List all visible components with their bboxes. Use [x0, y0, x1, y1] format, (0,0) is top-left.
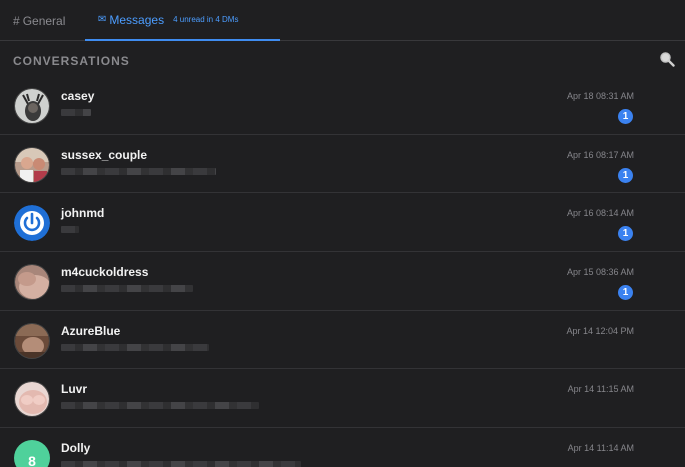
unread-badge: 1: [618, 285, 633, 301]
conversation-name: m4cuckoldress: [61, 265, 149, 280]
avatar: [14, 264, 50, 301]
avatar: [14, 88, 50, 124]
avatar: [14, 322, 50, 359]
tab-general-label: General: [22, 13, 66, 28]
tab-messages-label: Messages: [109, 12, 165, 27]
avatar: [14, 205, 50, 242]
message-preview: [61, 343, 209, 351]
unread-badge: 1: [618, 167, 633, 183]
search-icon[interactable]: [659, 51, 675, 67]
section-title: CONVERSATIONS: [13, 54, 130, 68]
conversation-row[interactable]: AzureBlue Apr 14 12:04 PM: [0, 311, 685, 370]
unread-badge: 1: [618, 109, 633, 124]
message-preview: [61, 402, 259, 410]
conversation-name: johnmd: [61, 206, 105, 221]
tab-general[interactable]: # General: [13, 0, 65, 41]
conversation-name: Dolly: [61, 441, 91, 456]
message-preview: [61, 226, 79, 234]
conversation-name: AzureBlue: [61, 323, 121, 338]
tab-messages[interactable]: ✉ Messages 4 unread in 4 DMs: [85, 0, 280, 41]
conversation-time: Apr 15 08:36 AM: [566, 267, 634, 278]
unread-summary: 4 unread in 4 DMs: [173, 15, 239, 24]
conversation-name: Luvr: [61, 382, 88, 397]
conversation-time: Apr 14 12:04 PM: [566, 325, 634, 336]
avatar: [14, 381, 50, 418]
mail-icon: ✉: [98, 14, 107, 25]
message-preview: [61, 109, 91, 116]
avatar: 8: [14, 440, 50, 467]
conversation-row[interactable]: 8 Dolly Apr 14 11:14 AM: [0, 428, 685, 467]
conversation-time: Apr 18 08:31 AM: [566, 91, 634, 101]
hash-icon: #: [13, 13, 20, 28]
conversation-time: Apr 14 11:15 AM: [567, 384, 634, 395]
unread-badge: 1: [618, 226, 633, 242]
conversation-row[interactable]: Luvr Apr 14 11:15 AM: [0, 369, 685, 429]
conversation-name: casey: [61, 89, 95, 103]
conversation-row[interactable]: m4cuckoldress Apr 15 08:36 AM 1: [0, 252, 685, 311]
conversation-time: Apr 16 08:14 AM: [566, 208, 634, 219]
conversation-row[interactable]: casey Apr 18 08:31 AM 1: [0, 76, 685, 135]
avatar: [14, 146, 50, 183]
conversation-list: casey Apr 18 08:31 AM 1 sussex_couple Ap…: [0, 76, 685, 467]
tab-bar: # General ✉ Messages 4 unread in 4 DMs: [0, 0, 685, 41]
conversation-row[interactable]: johnmd Apr 16 08:14 AM 1: [0, 193, 685, 253]
conversation-row[interactable]: sussex_couple Apr 16 08:17 AM 1: [0, 135, 685, 194]
conversation-time: Apr 14 11:14 AM: [567, 443, 634, 454]
message-preview: [61, 167, 216, 175]
conversation-time: Apr 16 08:17 AM: [566, 149, 634, 160]
message-preview: [61, 285, 193, 293]
message-preview: [61, 461, 301, 467]
conversation-name: sussex_couple: [61, 147, 148, 162]
